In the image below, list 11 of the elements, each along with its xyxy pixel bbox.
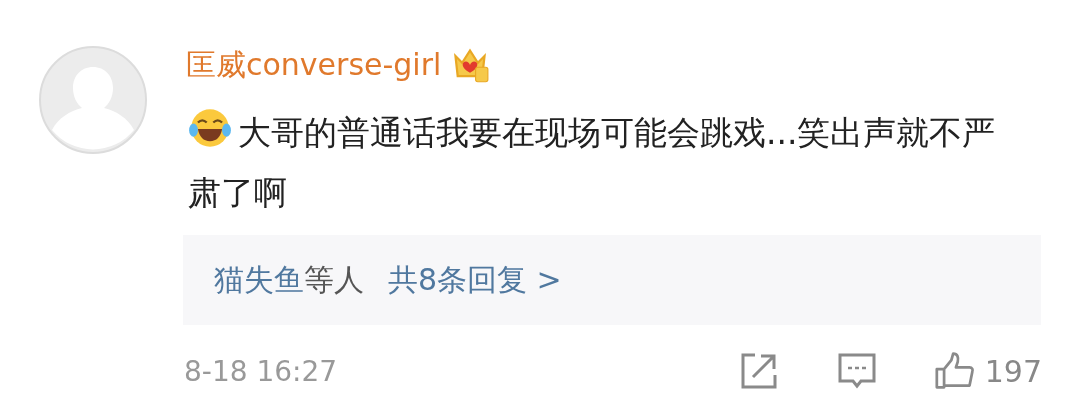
reply-count-link[interactable]: 共8条回复 > — [388, 259, 562, 301]
user-name[interactable]: 匡威converse-girl — [186, 44, 442, 86]
reply-user-link[interactable]: 猫失鱼 — [214, 259, 304, 301]
comment-text: 大哥的普通话我要在现场可能会跳戏...笑出声就不严肃了啊 — [188, 103, 1008, 223]
like-count: 197 — [984, 353, 1042, 389]
laughing-emoji-icon — [188, 106, 232, 150]
thumbs-up-icon[interactable] — [934, 351, 975, 392]
timestamp: 8-18 16:27 — [184, 354, 338, 388]
crown-icon — [451, 47, 490, 83]
reply-suffix: 等人 — [304, 260, 364, 299]
replies-panel[interactable]: 猫失鱼等人 共8条回复 > — [183, 235, 1041, 326]
